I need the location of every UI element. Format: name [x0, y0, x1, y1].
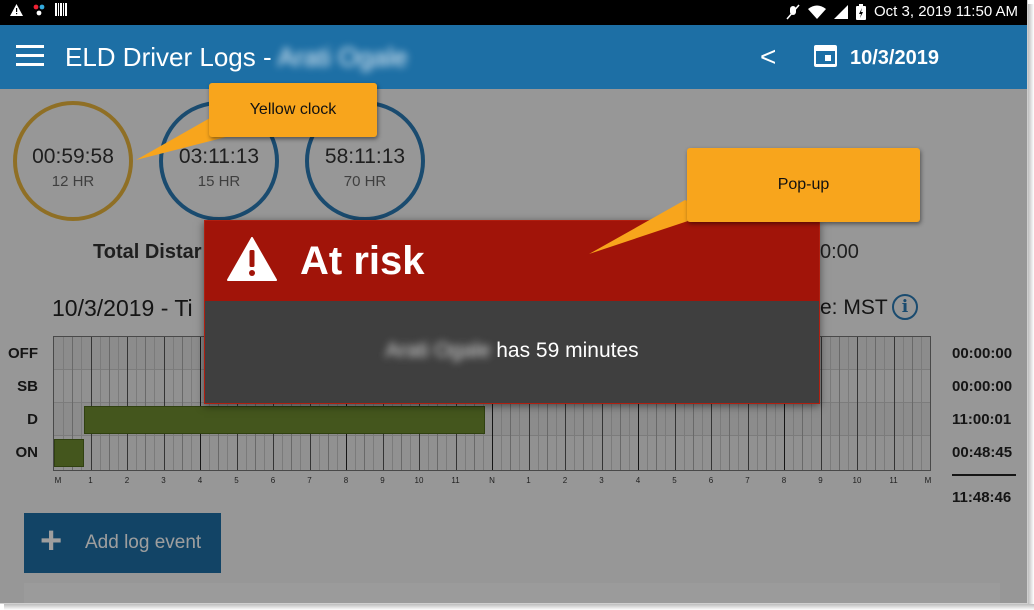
app-title-text: ELD Driver Logs - — [65, 42, 272, 72]
wifi-icon — [808, 5, 827, 19]
mute-icon — [786, 4, 800, 19]
calendar-icon[interactable] — [814, 45, 837, 67]
popup-title: At risk — [300, 239, 425, 283]
chevron-left-icon[interactable]: < — [760, 41, 776, 73]
popup-message: Arati Ogale has 59 minutes — [205, 339, 819, 363]
driver-name: Arati Ogale — [277, 42, 408, 72]
status-datetime: Oct 3, 2019 11:50 AM — [874, 3, 1018, 20]
at-risk-popup[interactable]: At risk Arati Ogale has 59 minutes — [204, 220, 820, 404]
callout-yellow-clock: Yellow clock — [209, 83, 377, 137]
barcode-icon — [55, 3, 67, 16]
tablet-screen: Oct 3, 2019 11:50 AM ELD Driver Logs - Ar… — [0, 0, 1028, 604]
popup-message-text: has 59 minutes — [490, 339, 639, 362]
signal-icon — [834, 4, 849, 19]
warning-icon — [10, 3, 23, 16]
status-bar: Oct 3, 2019 11:50 AM — [0, 0, 1027, 25]
app-title: ELD Driver Logs - Arati Ogale — [65, 42, 408, 73]
appbar-date[interactable]: 10/3/2019 — [850, 47, 939, 70]
warning-icon — [227, 237, 277, 281]
popup-driver-name: Arati Ogale — [385, 339, 491, 362]
app-icon — [33, 4, 45, 15]
popup-header: At risk — [205, 221, 819, 301]
menu-icon[interactable] — [16, 45, 44, 67]
callout-popup: Pop-up — [687, 148, 920, 222]
app-bar: ELD Driver Logs - Arati Ogale < 10/3/2019 — [0, 25, 1027, 89]
battery-icon — [856, 3, 867, 20]
